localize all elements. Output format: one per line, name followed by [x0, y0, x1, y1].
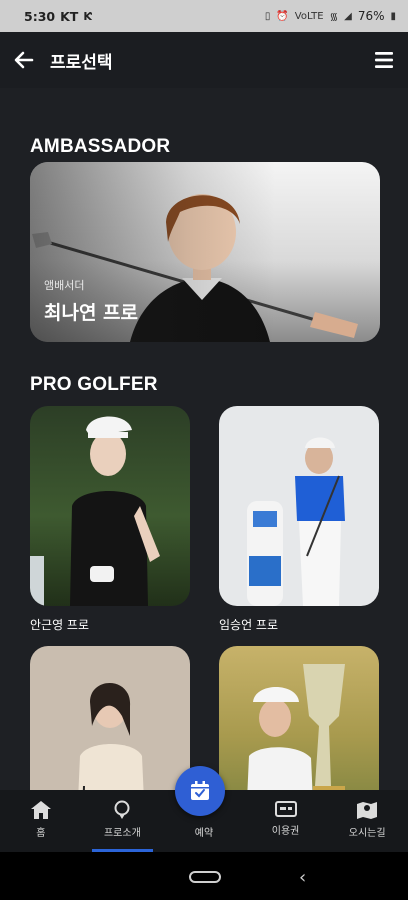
- back-button[interactable]: [12, 48, 36, 72]
- nav-pro-intro-label: 프로소개: [103, 828, 141, 839]
- status-time: 5:30: [24, 8, 56, 24]
- pro-photo: [247, 664, 345, 790]
- ambassador-name: 최나연 프로: [44, 302, 139, 324]
- nav-home-label: 홈: [36, 828, 46, 839]
- volte-icon: VoLTE: [294, 10, 324, 22]
- page-title: 프로선택: [50, 52, 113, 73]
- system-back-icon[interactable]: ‹: [299, 867, 306, 888]
- nav-home[interactable]: 홈: [0, 790, 81, 852]
- system-home-button[interactable]: [189, 871, 221, 883]
- system-nav-bar: ‹: [0, 852, 408, 900]
- nav-directions-label: 오시는길: [348, 828, 386, 839]
- pro-photo: [247, 437, 345, 606]
- pro-card[interactable]: [219, 406, 379, 606]
- vibrate-icon: ▯: [264, 10, 271, 22]
- nav-directions[interactable]: 오시는길: [327, 790, 408, 852]
- pro-photo: [78, 682, 144, 790]
- wifi-icon: ᯾: [329, 12, 339, 23]
- ambassador-subtitle: 앰배서더: [44, 279, 85, 292]
- map-icon: [357, 802, 378, 819]
- pro-photo: [30, 416, 160, 606]
- content-area[interactable]: AMBASSADOR 앰배서더 최나연 프로 PRO GOLFER 안근영 프로: [0, 88, 408, 790]
- pro-golfer-section-title: PRO GOLFER: [30, 374, 158, 395]
- nav-reservation-label: 예약: [194, 828, 214, 839]
- pro-intro-icon: [114, 800, 130, 819]
- pro-name: 임승언 프로: [219, 618, 279, 632]
- pro-card[interactable]: [30, 406, 190, 606]
- status-bar: 5:30 KT Ƙ ▯ ⏰ VoLTE ᯾ ◢ 76% ▮: [0, 0, 408, 32]
- pro-card[interactable]: [219, 646, 379, 790]
- nav-pro-intro[interactable]: 프로소개: [82, 790, 163, 852]
- ticket-icon: [274, 801, 297, 817]
- status-carrier: KT: [60, 8, 79, 24]
- app-bar: 프로선택: [0, 32, 408, 88]
- home-icon: [30, 801, 51, 819]
- hamburger-icon: [375, 52, 393, 68]
- ambassador-section-title: AMBASSADOR: [30, 136, 171, 157]
- pro-card[interactable]: [30, 646, 190, 790]
- ambassador-card[interactable]: 앰배서더 최나연 프로: [30, 162, 380, 342]
- back-arrow-icon: [14, 51, 34, 69]
- menu-button[interactable]: [372, 48, 396, 72]
- nav-ticket-label: 이용권: [271, 826, 300, 837]
- reservation-fab[interactable]: [175, 766, 225, 816]
- pro-name: 안근영 프로: [30, 618, 90, 632]
- calendar-icon: [191, 781, 209, 800]
- alarm-icon: ⏰: [276, 10, 289, 22]
- battery-percent: 76%: [357, 9, 385, 23]
- signal-icon: ◢: [344, 10, 352, 22]
- carrier-logo-icon: Ƙ: [83, 9, 92, 23]
- nav-ticket[interactable]: 이용권: [245, 790, 326, 852]
- battery-icon: ▮: [390, 10, 396, 22]
